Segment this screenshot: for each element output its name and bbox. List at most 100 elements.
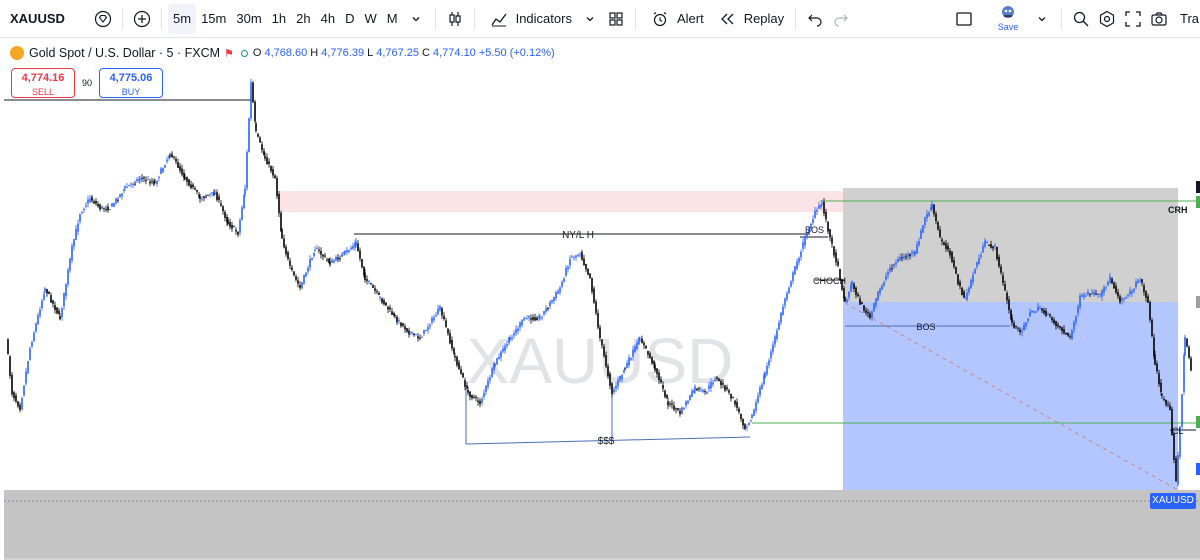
candle-body (581, 252, 583, 260)
candle-body (541, 317, 543, 319)
candle-body (851, 282, 853, 285)
candle-body (1115, 285, 1117, 293)
add-symbol-icon[interactable] (129, 6, 155, 32)
camera-icon[interactable] (1146, 6, 1172, 32)
chevron-down-icon[interactable] (577, 6, 603, 32)
candle-body (257, 134, 259, 137)
chart-legend: Gold Spot / U.S. Dollar · 5 · FXCM ⚑ O 4,… (10, 46, 558, 60)
candle-body (814, 210, 816, 218)
candle-body (11, 374, 13, 395)
symbol-search[interactable]: XAUUSD (0, 4, 90, 34)
candle-body (79, 214, 81, 222)
save-label: Save (997, 22, 1019, 32)
candle-body (320, 251, 322, 255)
candle-body (963, 291, 965, 298)
candle-body (889, 267, 891, 272)
candle-body (976, 262, 978, 267)
chevron-down-icon[interactable] (403, 6, 429, 32)
candle-body (244, 188, 246, 195)
diamond-icon[interactable] (90, 6, 116, 32)
candle-body (718, 378, 720, 381)
candle-body (732, 397, 734, 399)
timeframe-30m[interactable]: 30m (231, 4, 266, 34)
candle-body (184, 177, 186, 180)
chart-pane[interactable]: XAUUSD NY/L H $$$ BOS CHOCH BOS CRH CL G… (0, 38, 1200, 560)
candle-body (107, 206, 109, 211)
candle-body (855, 287, 857, 295)
candle-body (543, 311, 545, 315)
candle-body (458, 362, 460, 369)
fullscreen-icon[interactable] (1120, 6, 1146, 32)
buy-button[interactable]: 4,775.06 BUY (99, 68, 163, 98)
candle-body (113, 203, 115, 207)
save-button[interactable]: Save (991, 1, 1025, 37)
candle-body (205, 196, 207, 198)
candle-body (609, 373, 611, 386)
redo-icon[interactable] (828, 6, 854, 32)
candle-body (128, 184, 130, 187)
sell-button[interactable]: 4,774.16 SELL (11, 68, 75, 98)
fullscreen-box-icon[interactable] (951, 6, 977, 32)
candle-body (149, 181, 151, 184)
candle-body (29, 348, 31, 360)
candle-body (1125, 297, 1127, 299)
candle-body (1181, 394, 1183, 427)
candle-body (1165, 400, 1167, 405)
candle-body (27, 361, 29, 374)
candle-body (708, 385, 710, 390)
candle-body (964, 297, 966, 299)
trade-button[interactable]: Tra (1180, 11, 1200, 26)
candle-body (357, 243, 359, 252)
timeframe-w[interactable]: W (359, 4, 381, 34)
alert-button[interactable]: Alert (642, 4, 709, 34)
replay-button[interactable]: Replay (709, 4, 789, 34)
timeframe-d[interactable]: D (340, 4, 359, 34)
undo-icon[interactable] (802, 6, 828, 32)
price-marker-blue (1196, 463, 1200, 475)
timeframe-2h[interactable]: 2h (291, 4, 315, 34)
price-chart[interactable]: XAUUSD NY/L H $$$ BOS CHOCH BOS CRH CL (0, 38, 1200, 560)
candle-body (536, 317, 538, 321)
candle-body (462, 373, 464, 378)
candle-body (9, 356, 11, 376)
timeframe-5m[interactable]: 5m (168, 3, 197, 34)
candle-body (945, 243, 947, 249)
candle-body (326, 259, 328, 261)
candle-body (483, 392, 485, 397)
timeframe-15m[interactable]: 15m (196, 4, 231, 34)
chevron-down-icon[interactable] (1029, 6, 1055, 32)
candle-body (702, 389, 704, 392)
quick-search-icon[interactable] (1068, 6, 1094, 32)
sell-price: 4,774.16 (21, 72, 65, 84)
candles-icon[interactable] (442, 6, 468, 32)
layouts-icon[interactable] (603, 6, 629, 32)
candle-body (656, 368, 658, 374)
flag-icon[interactable]: ⚑ (224, 47, 234, 60)
candle-body (694, 386, 696, 391)
timeframe-m[interactable]: M (382, 4, 403, 34)
candle-body (577, 254, 579, 256)
candle-body (89, 198, 91, 203)
candle-body (43, 294, 45, 300)
candle-body (75, 228, 77, 240)
timeframe-4h[interactable]: 4h (316, 4, 340, 34)
candle-body (1133, 289, 1135, 292)
candle-body (790, 281, 792, 287)
candle-body (748, 422, 750, 425)
candle-body (1087, 291, 1089, 295)
candle-body (1035, 311, 1037, 313)
candle-body (693, 390, 695, 393)
candle-body (355, 241, 357, 246)
candle-body (115, 198, 117, 204)
candle-body (1059, 326, 1061, 328)
candle-body (1188, 346, 1190, 358)
candle-body (857, 294, 859, 296)
timeframe-1h[interactable]: 1h (267, 4, 291, 34)
candle-body (968, 287, 970, 293)
candle-body (134, 183, 136, 185)
candle-body (171, 153, 173, 158)
candle-body (555, 292, 557, 299)
settings-icon[interactable] (1094, 6, 1120, 32)
candle-body (389, 307, 391, 310)
indicators-button[interactable]: Indicators (481, 4, 577, 34)
